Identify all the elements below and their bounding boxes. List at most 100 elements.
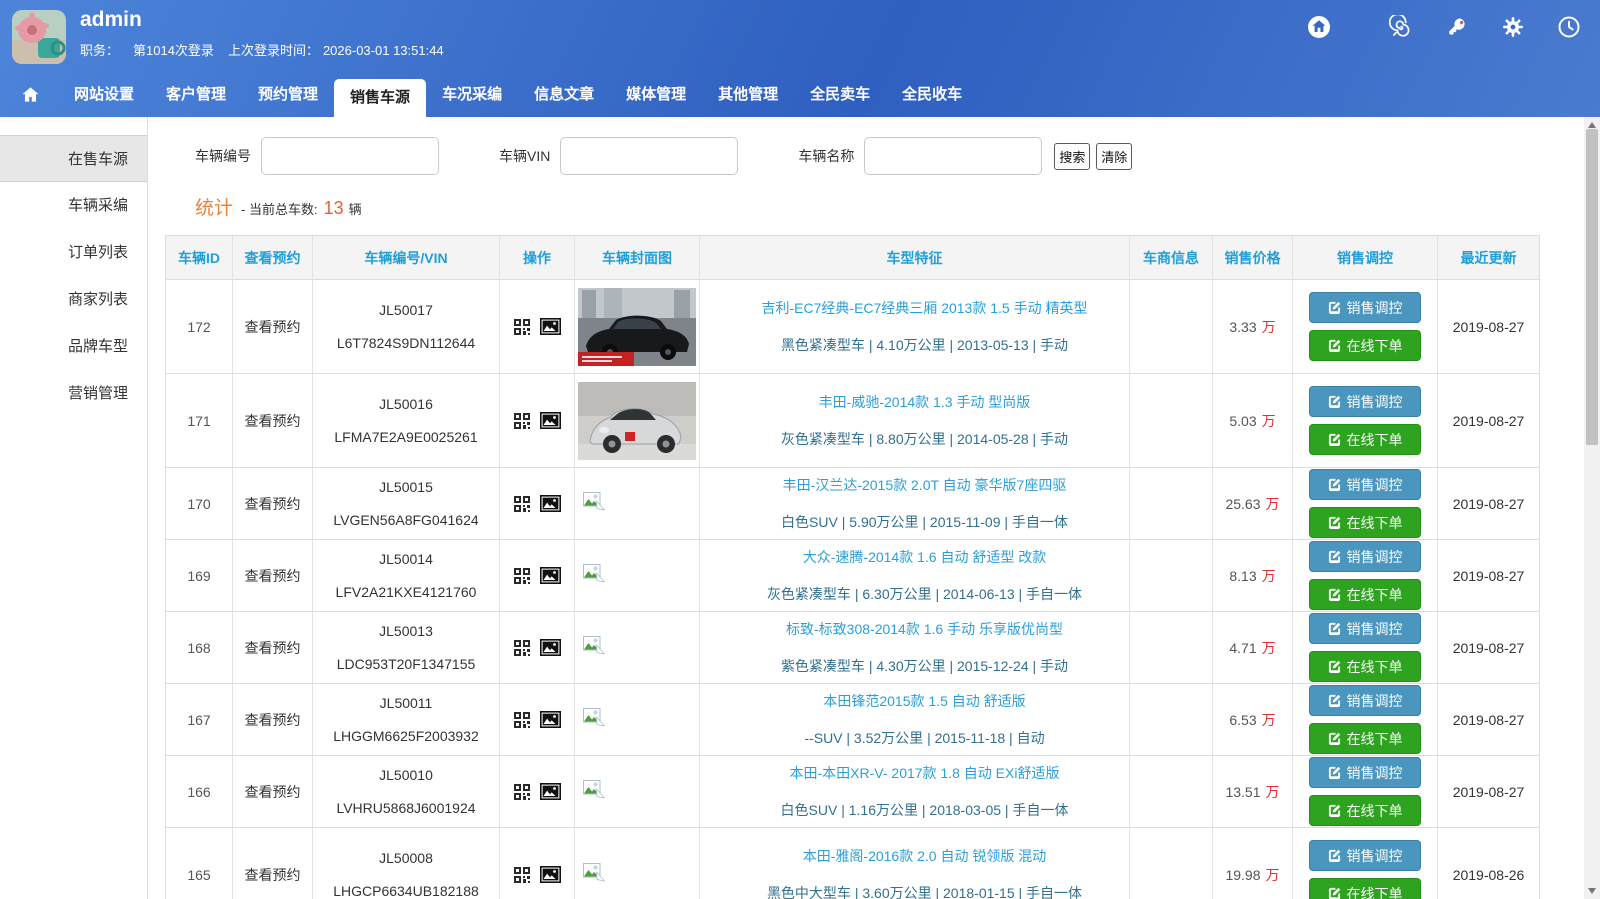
sales-control-button[interactable]: 销售调控 bbox=[1309, 292, 1421, 323]
nav-tab-0[interactable]: 网站设置 bbox=[58, 72, 150, 117]
spiral-icon[interactable] bbox=[1388, 14, 1414, 40]
online-order-button[interactable]: 在线下单 bbox=[1309, 579, 1421, 610]
picture-icon[interactable] bbox=[540, 412, 561, 429]
stats-count: 13 bbox=[324, 198, 344, 219]
online-order-button[interactable]: 在线下单 bbox=[1309, 878, 1421, 899]
nav-tab-3[interactable]: 销售车源 bbox=[334, 79, 426, 117]
sales-control-button[interactable]: 销售调控 bbox=[1309, 469, 1421, 500]
nav-tab-1[interactable]: 客户管理 bbox=[150, 72, 242, 117]
vehicle-vin: L6T7824S9DN112644 bbox=[337, 335, 475, 351]
vehicle-model-link[interactable]: 吉利-EC7经典-EC7经典三厢 2013款 1.5 手动 精英型 bbox=[762, 298, 1088, 318]
vehicle-model-link[interactable]: 大众-速腾-2014款 1.6 自动 舒适型 改款 bbox=[803, 547, 1047, 567]
picture-icon[interactable] bbox=[540, 567, 561, 584]
online-order-button[interactable]: 在线下单 bbox=[1309, 330, 1421, 361]
qr-code-icon[interactable] bbox=[514, 784, 530, 800]
picture-icon[interactable] bbox=[540, 495, 561, 512]
picture-icon[interactable] bbox=[540, 318, 561, 335]
view-reservation-link[interactable]: 查看预约 bbox=[245, 566, 301, 586]
nav-home-icon[interactable] bbox=[20, 72, 40, 117]
placeholder-image[interactable] bbox=[583, 708, 605, 732]
online-order-button[interactable]: 在线下单 bbox=[1309, 424, 1421, 455]
edit-icon bbox=[1328, 395, 1341, 408]
sales-control-button[interactable]: 销售调控 bbox=[1309, 757, 1421, 788]
nav-tab-6[interactable]: 媒体管理 bbox=[610, 72, 702, 117]
nav-tab-7[interactable]: 其他管理 bbox=[702, 72, 794, 117]
search-input-1[interactable] bbox=[560, 137, 738, 175]
search-input-0[interactable] bbox=[261, 137, 439, 175]
qr-code-icon[interactable] bbox=[514, 496, 530, 512]
sales-control-label: 销售调控 bbox=[1347, 547, 1403, 567]
picture-icon[interactable] bbox=[540, 866, 561, 883]
vehicle-model-link[interactable]: 丰田-威驰-2014款 1.3 手动 型尚版 bbox=[819, 392, 1031, 412]
placeholder-image[interactable] bbox=[583, 636, 605, 660]
sidebar-item-1[interactable]: 车辆采编 bbox=[0, 182, 147, 229]
edit-icon bbox=[1328, 339, 1341, 352]
placeholder-image[interactable] bbox=[583, 564, 605, 588]
qr-code-icon[interactable] bbox=[514, 319, 530, 335]
cover-image-cell bbox=[575, 468, 700, 540]
sidebar-item-0[interactable]: 在售车源 bbox=[0, 135, 147, 182]
view-reservation-link[interactable]: 查看预约 bbox=[245, 638, 301, 658]
last-updated: 2019-08-27 bbox=[1438, 374, 1539, 468]
edit-icon bbox=[1328, 478, 1341, 491]
vehicle-table: 车辆ID查看预约车辆编号/VIN操作车辆封面图车型特征车商信息销售价格销售调控最… bbox=[165, 235, 1540, 899]
scrollbar-thumb[interactable] bbox=[1586, 129, 1598, 445]
qr-code-icon[interactable] bbox=[514, 867, 530, 883]
sidebar-item-4[interactable]: 品牌车型 bbox=[0, 323, 147, 370]
search-button[interactable]: 搜索 bbox=[1054, 143, 1090, 170]
vehicle-model-link[interactable]: 本田锋范2015款 1.5 自动 舒适版 bbox=[823, 691, 1025, 711]
nav-tab-4[interactable]: 车况采编 bbox=[426, 72, 518, 117]
nav-tab-2[interactable]: 预约管理 bbox=[242, 72, 334, 117]
feature-cell: 本田锋范2015款 1.5 自动 舒适版--SUV | 3.52万公里 | 20… bbox=[700, 684, 1130, 756]
sales-control-button[interactable]: 销售调控 bbox=[1309, 386, 1421, 417]
sidebar-item-3[interactable]: 商家列表 bbox=[0, 276, 147, 323]
key-icon[interactable] bbox=[1444, 14, 1470, 40]
edit-icon bbox=[1328, 732, 1341, 745]
sidebar-item-2[interactable]: 订单列表 bbox=[0, 229, 147, 276]
placeholder-image[interactable] bbox=[583, 863, 605, 887]
placeholder-image[interactable] bbox=[583, 780, 605, 804]
clock-icon[interactable] bbox=[1556, 14, 1582, 40]
online-order-button[interactable]: 在线下单 bbox=[1309, 723, 1421, 754]
vehicle-model-link[interactable]: 本田-本田XR-V- 2017款 1.8 自动 EXi舒适版 bbox=[790, 763, 1060, 783]
gear-icon[interactable] bbox=[1500, 14, 1526, 40]
view-reservation-cell: 查看预约 bbox=[233, 612, 313, 684]
qr-code-icon[interactable] bbox=[514, 712, 530, 728]
view-reservation-link[interactable]: 查看预约 bbox=[245, 411, 301, 431]
placeholder-image[interactable] bbox=[583, 492, 605, 516]
vehicle-model-link[interactable]: 丰田-汉兰达-2015款 2.0T 自动 豪华版7座四驱 bbox=[783, 475, 1067, 495]
search-input-2[interactable] bbox=[864, 137, 1042, 175]
sales-control-button[interactable]: 销售调控 bbox=[1309, 541, 1421, 572]
online-order-button[interactable]: 在线下单 bbox=[1309, 795, 1421, 826]
sales-control-button[interactable]: 销售调控 bbox=[1309, 840, 1421, 871]
qr-code-icon[interactable] bbox=[514, 568, 530, 584]
view-reservation-link[interactable]: 查看预约 bbox=[245, 494, 301, 514]
nav-tab-8[interactable]: 全民卖车 bbox=[794, 72, 886, 117]
qr-code-icon[interactable] bbox=[514, 640, 530, 656]
photo-silver-car[interactable] bbox=[578, 382, 696, 460]
home-icon[interactable] bbox=[1306, 14, 1332, 40]
picture-icon[interactable] bbox=[540, 639, 561, 656]
scrollbar-down-arrow[interactable] bbox=[1584, 883, 1600, 899]
stats-unit: 辆 bbox=[349, 199, 362, 218]
nav-tab-9[interactable]: 全民收车 bbox=[886, 72, 978, 117]
photo-black-sedan[interactable] bbox=[578, 288, 696, 366]
picture-icon[interactable] bbox=[540, 783, 561, 800]
online-order-button[interactable]: 在线下单 bbox=[1309, 507, 1421, 538]
clear-button[interactable]: 清除 bbox=[1096, 143, 1132, 170]
vehicle-code: JL50015 bbox=[379, 479, 433, 495]
sidebar-item-5[interactable]: 营销管理 bbox=[0, 370, 147, 417]
view-reservation-link[interactable]: 查看预约 bbox=[245, 782, 301, 802]
view-reservation-link[interactable]: 查看预约 bbox=[245, 710, 301, 730]
sales-control-button[interactable]: 销售调控 bbox=[1309, 685, 1421, 716]
picture-icon[interactable] bbox=[540, 711, 561, 728]
vehicle-model-link[interactable]: 标致-标致308-2014款 1.6 手动 乐享版优尚型 bbox=[786, 619, 1063, 639]
online-order-button[interactable]: 在线下单 bbox=[1309, 651, 1421, 682]
vehicle-model-link[interactable]: 本田-雅阁-2016款 2.0 自动 锐领版 混动 bbox=[803, 846, 1047, 866]
view-reservation-link[interactable]: 查看预约 bbox=[245, 317, 301, 337]
nav-tab-5[interactable]: 信息文章 bbox=[518, 72, 610, 117]
view-reservation-link[interactable]: 查看预约 bbox=[245, 865, 301, 885]
price-unit: 万 bbox=[1262, 566, 1276, 586]
qr-code-icon[interactable] bbox=[514, 413, 530, 429]
sales-control-button[interactable]: 销售调控 bbox=[1309, 613, 1421, 644]
